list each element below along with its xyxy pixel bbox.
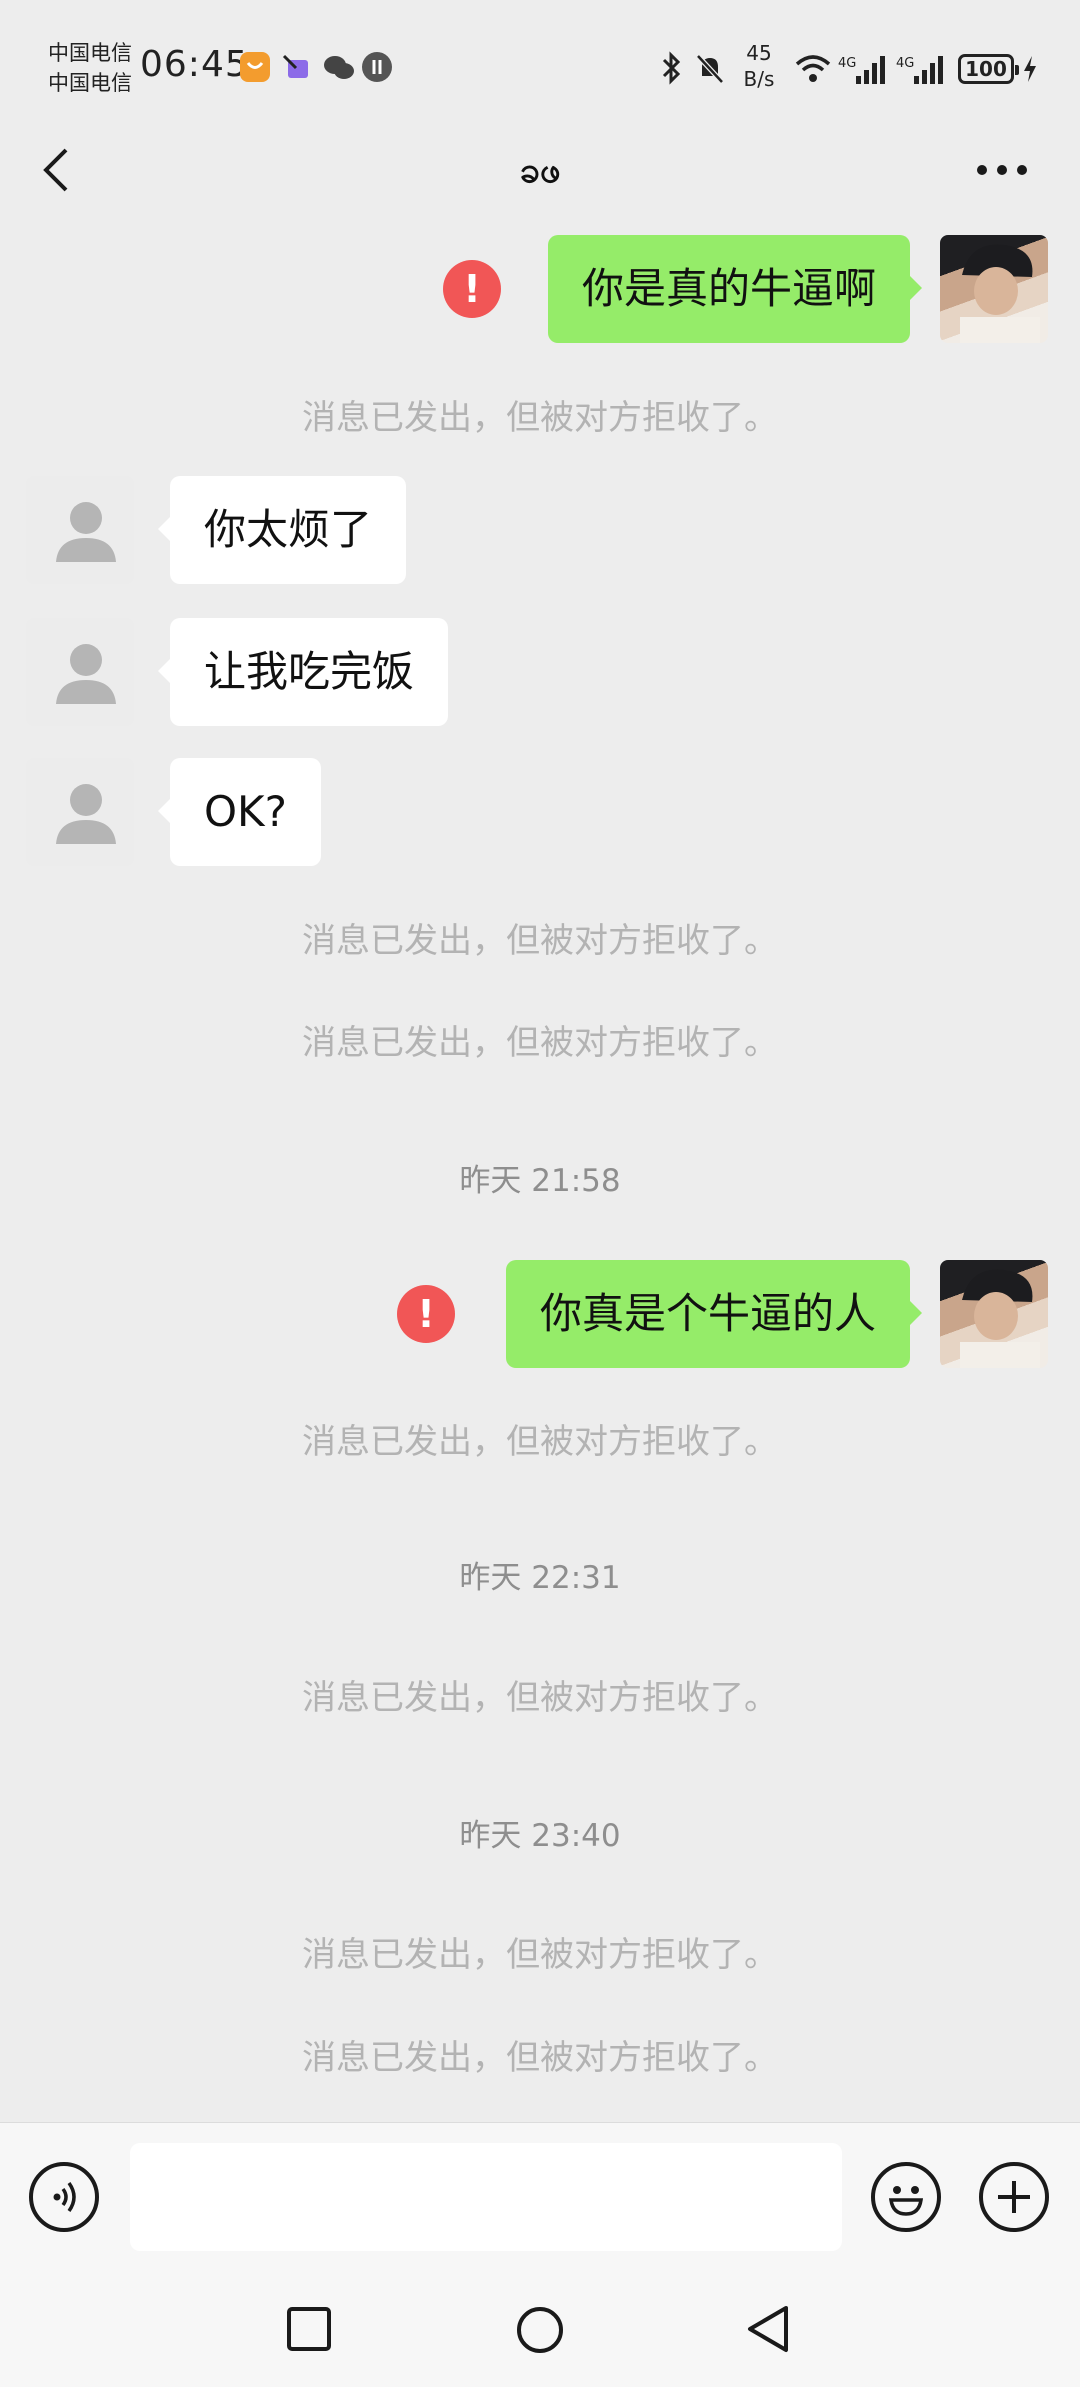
timestamp: 昨天 21:58: [459, 1163, 621, 1199]
rejected-notice: 消息已发出，但被对方拒收了。: [302, 1935, 778, 1975]
rejected-notice: 消息已发出，但被对方拒收了。: [302, 1678, 778, 1718]
more-options-button[interactable]: [972, 150, 1032, 190]
mute-bell-icon: [694, 52, 726, 90]
received-message-bubble[interactable]: 让我吃完饭: [157, 618, 449, 726]
rejected-notice: 消息已发出，但被对方拒收了。: [302, 398, 778, 438]
signal-2-icon: [912, 54, 946, 88]
chat-title: ခဖ: [519, 150, 561, 191]
contact-avatar[interactable]: [26, 758, 134, 866]
battery-indicator: 100: [958, 54, 1019, 84]
timestamp: 昨天 22:31: [459, 1560, 621, 1596]
charging-icon: [1022, 54, 1038, 88]
data-transfer-icon: [362, 52, 392, 82]
emoji-icon: [888, 2186, 924, 2216]
recents-button[interactable]: [284, 2304, 334, 2358]
sent-message-bubble[interactable]: 你真是个牛逼的人: [505, 1260, 923, 1368]
back-nav-button[interactable]: [742, 2302, 794, 2360]
send-failed-icon[interactable]: !: [443, 260, 501, 318]
rejected-notice: 消息已发出，但被对方拒收了。: [302, 2038, 778, 2078]
app-notification-icon: [240, 52, 270, 82]
carrier-labels: 中国电信 中国电信: [48, 38, 132, 98]
message-input[interactable]: [130, 2143, 842, 2251]
sent-message-bubble[interactable]: 你是真的牛逼啊: [547, 235, 923, 343]
network-speed: 45 B/s: [743, 41, 775, 91]
carrier-1: 中国电信: [48, 41, 132, 65]
my-avatar[interactable]: [940, 1260, 1048, 1368]
rejected-notice: 消息已发出，但被对方拒收了。: [302, 1023, 778, 1063]
default-avatar-icon: [56, 784, 116, 844]
default-avatar-icon: [56, 644, 116, 704]
plus-button[interactable]: [979, 2162, 1049, 2232]
contact-avatar[interactable]: [26, 618, 134, 726]
game-notification-icon: [282, 52, 312, 82]
wifi-icon: [794, 54, 832, 88]
received-message-bubble[interactable]: OK?: [158, 758, 321, 866]
default-avatar-icon: [56, 502, 116, 562]
square-icon: [287, 2307, 331, 2351]
emoji-button[interactable]: [871, 2162, 941, 2232]
wechat-notification-icon: [322, 52, 354, 82]
received-message-bubble[interactable]: 你太烦了: [157, 476, 407, 584]
more-dots-icon: [977, 165, 1027, 175]
signal-1-icon: [854, 54, 888, 88]
contact-avatar[interactable]: [26, 476, 134, 584]
home-button[interactable]: [514, 2304, 566, 2360]
plus-icon: [998, 2181, 1030, 2213]
carrier-2: 中国电信: [48, 71, 132, 95]
circle-icon: [517, 2307, 563, 2353]
status-clock: 06:45: [140, 44, 249, 85]
my-avatar[interactable]: [940, 235, 1048, 343]
triangle-back-icon: [748, 2306, 788, 2352]
rejected-notice: 消息已发出，但被对方拒收了。: [302, 921, 778, 961]
timestamp: 昨天 23:40: [459, 1818, 621, 1854]
send-failed-icon[interactable]: !: [397, 1285, 455, 1343]
voice-button[interactable]: [29, 2162, 99, 2232]
rejected-notice: 消息已发出，但被对方拒收了。: [302, 1422, 778, 1462]
bluetooth-icon: [660, 50, 684, 90]
voice-icon: [53, 2181, 76, 2213]
